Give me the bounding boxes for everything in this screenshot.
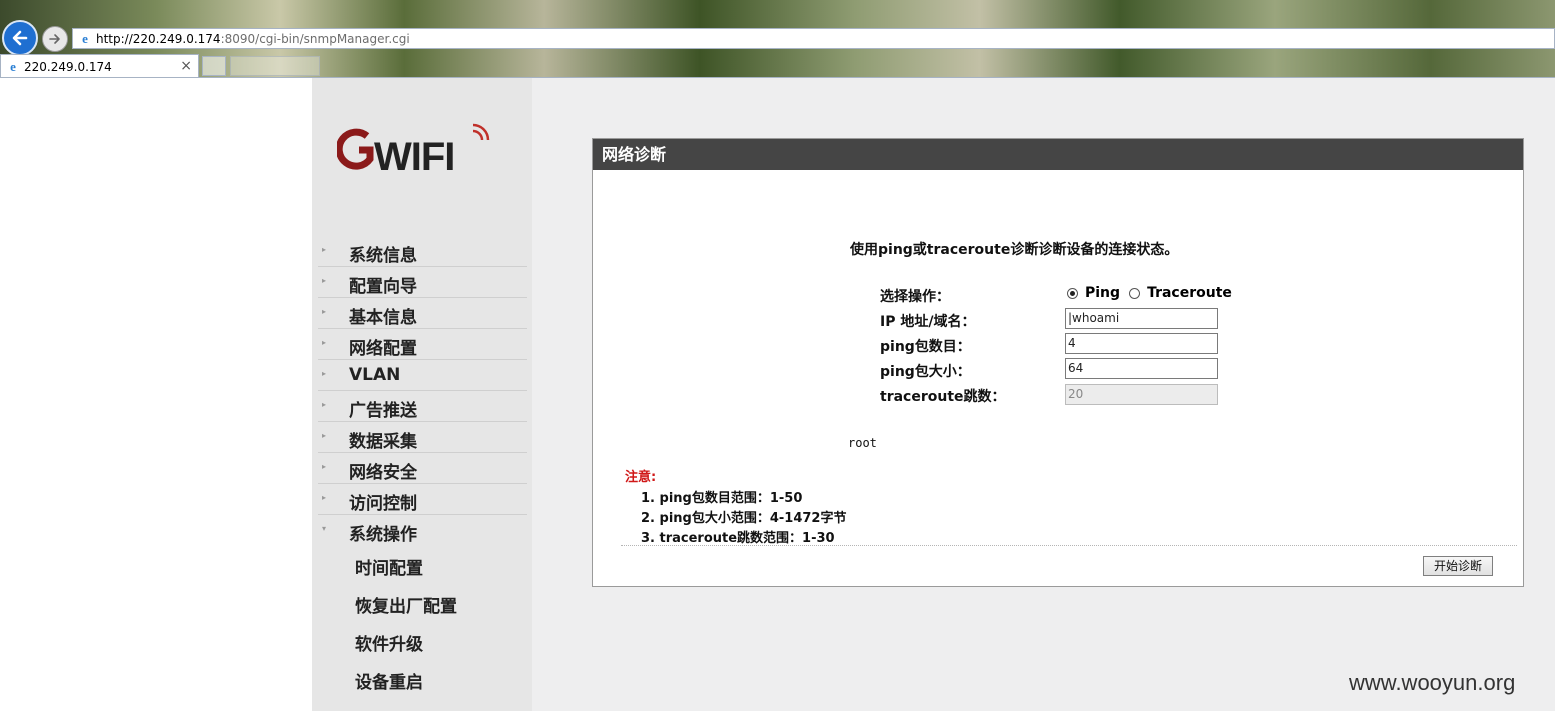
traceroute-hops-label: traceroute跳数： bbox=[880, 389, 1006, 405]
chevron-right-icon: ▸ bbox=[322, 400, 327, 409]
ping-size-label: ping包大小： bbox=[880, 364, 971, 380]
sidebar-item-config-wizard[interactable]: ▸ 配置向导 bbox=[318, 267, 527, 298]
sidebar-item-vlan[interactable]: ▸ VLAN bbox=[318, 360, 527, 391]
tab-ie-icon: e bbox=[10, 58, 16, 74]
ip-label: IP 地址/域名： bbox=[880, 314, 976, 330]
back-arrow-icon bbox=[12, 30, 28, 46]
sidebar: WIFI ▸ 系统信息 ▸ 配置向导 ▸ 基本信息 ▸ 网络配置 ▸ VLAN … bbox=[312, 78, 532, 711]
operation-label: 选择操作： bbox=[880, 289, 950, 305]
chevron-right-icon: ▸ bbox=[322, 338, 327, 347]
chevron-right-icon: ▸ bbox=[322, 307, 327, 316]
tab-title: 220.249.0.174 bbox=[24, 59, 112, 74]
ping-count-input[interactable]: 4 bbox=[1065, 333, 1218, 354]
intro-text: 使用ping或traceroute诊断诊断设备的连接状态。 bbox=[850, 242, 1179, 258]
sidebar-item-label: 广告推送 bbox=[349, 401, 417, 421]
chevron-right-icon: ▸ bbox=[322, 276, 327, 285]
note-title: 注意: bbox=[625, 470, 657, 485]
gwifi-logo: WIFI bbox=[335, 122, 497, 179]
note-line: 2. ping包大小范围：4-1472字节 bbox=[641, 511, 847, 526]
submenu-item-label: 时间配置 bbox=[355, 559, 423, 579]
chevron-right-icon: ▸ bbox=[322, 462, 327, 471]
new-tab-button[interactable] bbox=[202, 56, 226, 76]
traceroute-hops-input: 20 bbox=[1065, 384, 1218, 405]
sidebar-item-label: VLAN bbox=[349, 365, 401, 385]
ping-radio-label[interactable]: Ping bbox=[1085, 285, 1120, 301]
address-bar[interactable]: e http://220.249.0.174:8090/cgi-bin/snmp… bbox=[72, 28, 1555, 49]
radio-selected-dot bbox=[1070, 290, 1075, 296]
note-line: 3. traceroute跳数范围：1-30 bbox=[641, 531, 835, 546]
tab-active[interactable]: e 220.249.0.174 × bbox=[0, 54, 199, 78]
traceroute-radio[interactable] bbox=[1129, 287, 1141, 299]
sidebar-item-label: 配置向导 bbox=[349, 277, 417, 297]
ping-size-input[interactable]: 64 bbox=[1065, 358, 1218, 379]
sidebar-item-label: 网络安全 bbox=[349, 463, 417, 483]
forward-button[interactable] bbox=[42, 26, 68, 52]
panel-title: 网络诊断 bbox=[593, 139, 1523, 170]
operation-radio-group: Ping Traceroute bbox=[1067, 285, 1241, 301]
sidebar-menu: ▸ 系统信息 ▸ 配置向导 ▸ 基本信息 ▸ 网络配置 ▸ VLAN ▸ 广告推… bbox=[312, 236, 532, 698]
ie-logo-icon: e bbox=[82, 30, 88, 46]
ip-address-input[interactable]: |whoami bbox=[1065, 308, 1218, 329]
chevron-right-icon: ▸ bbox=[322, 369, 327, 378]
tab-close-icon[interactable]: × bbox=[180, 58, 192, 74]
ping-count-label: ping包数目： bbox=[880, 339, 971, 355]
start-diagnosis-button[interactable]: 开始诊断 bbox=[1423, 556, 1493, 576]
svg-text:WIFI: WIFI bbox=[374, 135, 454, 178]
chevron-down-icon: ▾ bbox=[322, 524, 327, 533]
gwifi-logo-icon: WIFI bbox=[335, 123, 490, 179]
submenu-item-software-upgrade[interactable]: 软件升级 bbox=[312, 622, 532, 660]
sidebar-item-system-info[interactable]: ▸ 系统信息 bbox=[318, 236, 527, 267]
sidebar-item-ad-push[interactable]: ▸ 广告推送 bbox=[318, 391, 527, 422]
sidebar-item-data-collection[interactable]: ▸ 数据采集 bbox=[318, 422, 527, 453]
sidebar-item-label: 数据采集 bbox=[349, 432, 417, 452]
address-host: http://220.249.0.174 bbox=[96, 31, 221, 46]
sidebar-item-label: 系统信息 bbox=[349, 246, 417, 266]
forward-arrow-icon bbox=[49, 34, 60, 44]
chevron-right-icon: ▸ bbox=[322, 493, 327, 502]
chevron-right-icon: ▸ bbox=[322, 245, 327, 254]
traceroute-radio-label[interactable]: Traceroute bbox=[1147, 285, 1232, 301]
sidebar-item-label: 基本信息 bbox=[349, 308, 417, 328]
submenu-item-label: 恢复出厂配置 bbox=[355, 597, 457, 617]
sidebar-item-label: 系统操作 bbox=[349, 525, 417, 545]
sidebar-item-access-control[interactable]: ▸ 访问控制 bbox=[318, 484, 527, 515]
sidebar-item-system-ops[interactable]: ▾ 系统操作 bbox=[318, 515, 527, 546]
divider bbox=[621, 545, 1517, 546]
diagnostic-result: root bbox=[848, 436, 877, 450]
watermark: www.wooyun.org bbox=[1349, 670, 1516, 695]
chevron-right-icon: ▸ bbox=[322, 431, 327, 440]
note-line: 1. ping包数目范围：1-50 bbox=[641, 491, 803, 506]
sidebar-item-network-config[interactable]: ▸ 网络配置 bbox=[318, 329, 527, 360]
sidebar-item-label: 网络配置 bbox=[349, 339, 417, 359]
submenu-item-factory-reset[interactable]: 恢复出厂配置 bbox=[312, 584, 532, 622]
submenu-item-label: 设备重启 bbox=[355, 673, 423, 693]
sidebar-item-basic-info[interactable]: ▸ 基本信息 bbox=[318, 298, 527, 329]
back-button[interactable] bbox=[2, 20, 38, 56]
network-diagnostics-panel: 网络诊断 使用ping或traceroute诊断诊断设备的连接状态。 选择操作：… bbox=[592, 138, 1524, 587]
submenu-item-device-reboot[interactable]: 设备重启 bbox=[312, 660, 532, 698]
submenu-item-time-config[interactable]: 时间配置 bbox=[312, 546, 532, 584]
tab-inactive[interactable] bbox=[230, 56, 320, 76]
tab-strip: e 220.249.0.174 × bbox=[0, 52, 1555, 78]
submenu-item-label: 软件升级 bbox=[355, 635, 423, 655]
address-path: :8090/cgi-bin/snmpManager.cgi bbox=[220, 31, 410, 46]
sidebar-item-network-security[interactable]: ▸ 网络安全 bbox=[318, 453, 527, 484]
sidebar-item-label: 访问控制 bbox=[349, 494, 417, 514]
ping-radio[interactable] bbox=[1067, 287, 1078, 299]
